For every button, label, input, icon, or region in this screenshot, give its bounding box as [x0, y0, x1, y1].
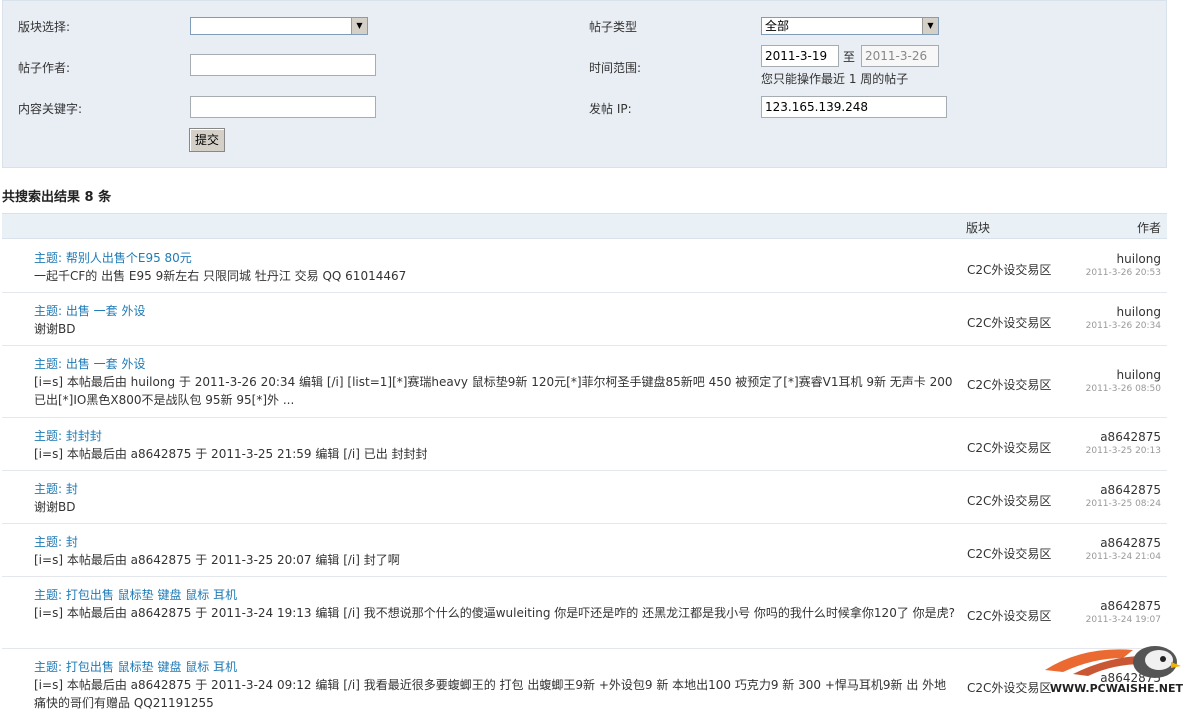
column-header-author: 作者: [1136, 221, 1161, 235]
eagle-logo-icon: [1045, 646, 1181, 678]
author-link[interactable]: huilong: [1117, 368, 1161, 382]
chevron-down-icon[interactable]: ▼: [351, 18, 367, 34]
author-link[interactable]: a8642875: [1100, 536, 1161, 550]
forum-link[interactable]: C2C外设交易区: [967, 439, 1051, 456]
table-row: 主题: 封 谢谢BD C2C外设交易区 a8642875 2011-3-25 0…: [2, 471, 1167, 524]
thread-excerpt: [i=s] 本帖最后由 huilong 于 2011-3-26 20:34 编辑…: [34, 375, 953, 407]
table-row: 主题: 出售 一套 外设 [i=s] 本帖最后由 huilong 于 2011-…: [2, 346, 1167, 418]
table-row: 主题: 打包出售 鼠标垫 键盘 鼠标 耳机 [i=s] 本帖最后由 a86428…: [2, 577, 1167, 649]
author-link[interactable]: a8642875: [1100, 483, 1161, 497]
author-link[interactable]: huilong: [1117, 305, 1161, 319]
author-label: 帖子作者:: [18, 61, 71, 75]
table-row: 主题: 帮别人出售个E95 80元 一起千CF的 出售 E95 9新左右 只限同…: [2, 240, 1167, 293]
thread-subject-link[interactable]: 主题: 封: [34, 480, 78, 497]
ip-label: 发帖 IP:: [589, 102, 632, 116]
forum-link[interactable]: C2C外设交易区: [967, 261, 1051, 278]
forum-link[interactable]: C2C外设交易区: [967, 376, 1051, 393]
keyword-label: 内容关键字:: [18, 102, 83, 116]
forum-link[interactable]: C2C外设交易区: [967, 545, 1051, 562]
author-input[interactable]: [190, 54, 376, 76]
table-row: 主题: 封封封 [i=s] 本帖最后由 a8642875 于 2011-3-25…: [2, 418, 1167, 471]
thread-excerpt: [i=s] 本帖最后由 a8642875 于 2011-3-25 21:59 编…: [34, 447, 428, 461]
post-type-label: 帖子类型: [589, 20, 638, 34]
forum-select-label: 版块选择:: [18, 20, 71, 34]
thread-excerpt: 谢谢BD: [34, 322, 76, 336]
post-time: 2011-3-25 20:13: [1085, 446, 1161, 456]
forum-link[interactable]: C2C外设交易区: [967, 492, 1051, 509]
time-range-separator: 至: [843, 50, 856, 64]
thread-subject-link[interactable]: 主题: 封: [34, 533, 78, 550]
time-range-label: 时间范围:: [589, 61, 642, 75]
author-link[interactable]: huilong: [1117, 252, 1161, 266]
thread-excerpt: [i=s] 本帖最后由 a8642875 于 2011-3-24 19:13 编…: [34, 606, 956, 620]
post-time: 2011-3-25 08:24: [1085, 499, 1161, 509]
submit-button[interactable]: 提交: [189, 128, 225, 152]
time-to-input[interactable]: 2011-3-26: [861, 45, 939, 67]
thread-subject-link[interactable]: 主题: 帮别人出售个E95 80元: [34, 249, 192, 266]
author-link[interactable]: a8642875: [1100, 599, 1161, 613]
forum-link[interactable]: C2C外设交易区: [967, 607, 1051, 624]
thread-excerpt: [i=s] 本帖最后由 a8642875 于 2011-3-25 20:07 编…: [34, 553, 400, 567]
results-table-header: 版块 作者: [2, 213, 1167, 239]
thread-subject-link[interactable]: 主题: 封封封: [34, 427, 102, 444]
thread-subject-link[interactable]: 主题: 打包出售 鼠标垫 键盘 鼠标 耳机: [34, 658, 237, 675]
keyword-input[interactable]: [190, 96, 376, 118]
post-time: 2011-3-24 21:04: [1085, 552, 1161, 562]
thread-subject-link[interactable]: 主题: 出售 一套 外设: [34, 302, 146, 319]
post-time: 2011-3-26 08:50: [1085, 384, 1161, 394]
table-row: 主题: 封 [i=s] 本帖最后由 a8642875 于 2011-3-25 2…: [2, 524, 1167, 577]
post-type-value: 全部: [765, 19, 790, 33]
post-time: 2011-3-26 20:53: [1085, 268, 1161, 278]
search-form-panel: [2, 0, 1167, 168]
post-time: 2011-3-24 19:07: [1085, 615, 1161, 625]
thread-subject-link[interactable]: 主题: 出售 一套 外设: [34, 355, 146, 372]
forum-link[interactable]: C2C外设交易区: [967, 679, 1051, 696]
forum-link[interactable]: C2C外设交易区: [967, 314, 1051, 331]
chevron-down-icon[interactable]: ▼: [922, 18, 938, 34]
watermark-logo: WWW.PCWAISHE.NET: [1043, 640, 1183, 695]
post-time: 2011-3-26 20:34: [1085, 321, 1161, 331]
time-from-input[interactable]: 2011-3-19: [761, 45, 839, 67]
thread-excerpt: 一起千CF的 出售 E95 9新左右 只限同城 牡丹江 交易 QQ 610144…: [34, 269, 407, 283]
column-header-forum: 版块: [966, 221, 991, 235]
watermark-text: WWW.PCWAISHE.NET: [1049, 682, 1183, 695]
thread-excerpt: 谢谢BD: [34, 500, 76, 514]
result-count: 共搜索出结果 8 条: [2, 190, 112, 205]
table-row: 主题: 出售 一套 外设 谢谢BD C2C外设交易区 huilong 2011-…: [2, 293, 1167, 346]
forum-select[interactable]: ▼: [190, 17, 368, 35]
time-range-note: 您只能操作最近 1 周的帖子: [761, 72, 909, 86]
ip-input[interactable]: 123.165.139.248: [761, 96, 947, 118]
thread-subject-link[interactable]: 主题: 打包出售 鼠标垫 键盘 鼠标 耳机: [34, 586, 237, 603]
post-type-select[interactable]: 全部 ▼: [761, 17, 939, 35]
table-row: 主题: 打包出售 鼠标垫 键盘 鼠标 耳机 [i=s] 本帖最后由 a86428…: [2, 649, 1167, 710]
author-link[interactable]: a8642875: [1100, 430, 1161, 444]
